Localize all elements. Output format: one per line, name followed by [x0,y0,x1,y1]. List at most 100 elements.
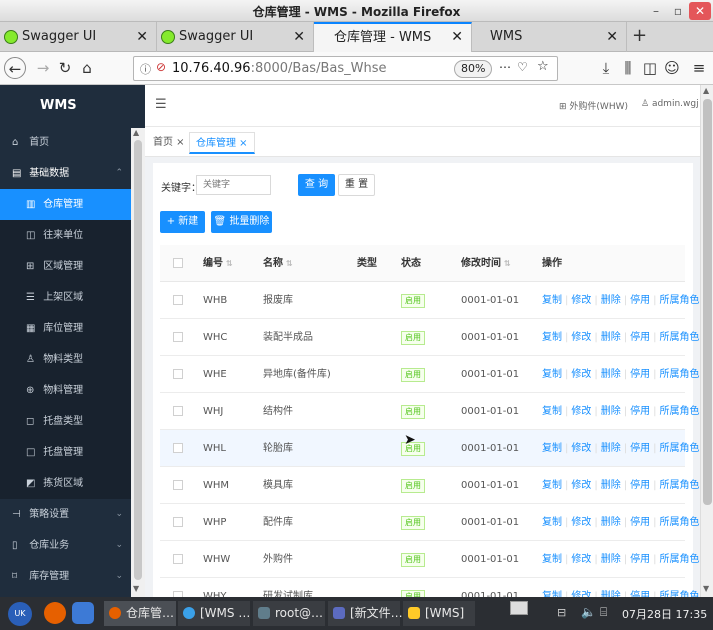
account-icon[interactable]: ☺ [661,57,683,79]
bookmark-star-icon[interactable]: ☆ [537,59,549,74]
op-link[interactable]: 删除 [601,554,621,565]
sidebar-scroll-thumb[interactable] [134,140,142,580]
table-row[interactable]: WHB 报废库 启用 0001-01-01 复制 | 修改 | 删除 | 停用 | 所属角色 [160,282,700,319]
op-link[interactable]: 修改 [571,554,591,565]
browser-tab-wms-active[interactable]: 仓库管理 - WMS ✕ [314,22,472,52]
minimize-icon[interactable]: – [646,2,666,20]
sidebar-scrollbar[interactable]: ▲ ▼ [131,128,145,597]
taskbar-item-wms[interactable]: [WMS … [178,601,250,626]
op-link[interactable]: 删除 [601,406,621,417]
browser-tab-wms[interactable]: WMS ✕ [472,22,627,52]
op-link[interactable]: 停用 [630,443,650,454]
sidebar-item-partners[interactable]: ◫ 往来单位 [0,220,145,251]
library-icon[interactable]: ⫼ [617,57,639,79]
taskbar-item-firefox[interactable]: 仓库管… [104,601,176,626]
close-window-icon[interactable]: ✕ [689,2,711,20]
sidebar-item-picking-area[interactable]: ◩ 拣货区域 [0,468,145,499]
sidebar-item-material[interactable]: ⊕ 物料管理 [0,375,145,406]
sidebar-item-location[interactable]: ▦ 库位管理 [0,313,145,344]
close-tab-icon[interactable]: ✕ [293,22,305,52]
op-link[interactable]: 修改 [571,517,591,528]
table-row[interactable]: WHY 研发试制库 启用 0001-01-01 复制 | 修改 | 删除 | 停用 | 所属角色 [160,578,700,597]
op-link[interactable]: 停用 [630,295,650,306]
header-code[interactable]: 编号 ⇅ [203,245,233,282]
sort-icon[interactable]: ⇅ [286,259,293,268]
scroll-down-icon[interactable]: ▼ [703,584,709,593]
sidebar-item-base-data[interactable]: ▤ 基础数据 ⌃ [0,158,145,189]
tag-home[interactable]: 首页 × [147,132,191,154]
sidebar-item-pallet-type[interactable]: ◻ 托盘类型 [0,406,145,437]
op-link[interactable]: 所属角色 [660,517,700,528]
op-link[interactable]: 修改 [571,332,591,343]
header-modified[interactable]: 修改时间 ⇅ [461,245,511,282]
op-link[interactable]: 停用 [630,480,650,491]
sidebar-item-home[interactable]: ⌂ 首页 [0,127,145,158]
op-link[interactable]: 删除 [601,480,621,491]
close-tab-icon[interactable]: ✕ [451,24,463,51]
sidebar-item-pallet[interactable]: □ 托盘管理 [0,437,145,468]
row-checkbox[interactable] [173,332,183,342]
op-link[interactable]: 复制 [542,554,562,565]
table-row[interactable]: WHJ 结构件 启用 0001-01-01 复制 | 修改 | 删除 | 停用 | 所属角色 [160,393,700,430]
row-checkbox[interactable] [173,554,183,564]
reset-button[interactable]: 重 置 [338,174,375,196]
sidebar-item-strategy[interactable]: ⊣ 策略设置 ⌄ [0,499,145,530]
hamburger-menu-icon[interactable]: ≡ [688,57,710,79]
browser-tab-swagger-1[interactable]: Swagger UI ✕ [0,22,157,52]
row-checkbox[interactable] [173,517,183,527]
network-icon[interactable]: ⌸ [600,605,607,620]
op-link[interactable]: 修改 [571,480,591,491]
op-link[interactable]: 修改 [571,369,591,380]
info-icon[interactable]: ⓘ [140,61,151,77]
table-row[interactable]: WHP 配件库 启用 0001-01-01 复制 | 修改 | 删除 | 停用 | 所属角色 [160,504,700,541]
new-tab-icon[interactable]: + [632,25,647,46]
maximize-icon[interactable]: ▫ [668,2,688,20]
firefox-launcher-icon[interactable] [44,602,66,624]
batch-delete-button[interactable]: 🗑 批量删除 [211,211,272,233]
op-link[interactable]: 所属角色 [660,369,700,380]
row-checkbox[interactable] [173,443,183,453]
row-checkbox[interactable] [173,480,183,490]
url-bar[interactable]: ⓘ ⊘ 10.76.40.96:8000/Bas/Bas_Whse 80% ⋯ … [133,56,558,81]
sidebar-item-area[interactable]: ⊞ 区域管理 [0,251,145,282]
header-name[interactable]: 名称 ⇅ [263,245,293,282]
op-link[interactable]: 删除 [601,369,621,380]
op-link[interactable]: 所属角色 [660,554,700,565]
scroll-up-icon[interactable]: ▲ [703,86,709,95]
row-checkbox[interactable] [173,406,183,416]
forward-icon[interactable]: → [32,57,54,79]
close-tab-icon[interactable]: ✕ [136,22,148,52]
op-link[interactable]: 修改 [571,443,591,454]
op-link[interactable]: 复制 [542,369,562,380]
clock[interactable]: 07月28日 17:35 [622,606,707,622]
op-link[interactable]: 复制 [542,295,562,306]
page-actions-icon[interactable]: ⋯ [499,60,511,74]
table-row[interactable]: WHW 外购件 启用 0001-01-01 复制 | 修改 | 删除 | 停用 | 所属角色 [160,541,700,578]
downloads-icon[interactable]: ⤓ [595,57,617,79]
op-link[interactable]: 复制 [542,517,562,528]
op-link[interactable]: 停用 [630,369,650,380]
warehouse-selector[interactable]: ⊞ 外购件(WHW) [559,99,628,112]
start-menu-icon[interactable]: UK [8,602,32,626]
table-row[interactable]: WHL 轮胎库 启用 0001-01-01 复制 | 修改 | 删除 | 停用 | 所属角色 [160,430,700,467]
op-link[interactable]: 停用 [630,554,650,565]
op-link[interactable]: 删除 [601,295,621,306]
op-link[interactable]: 复制 [542,443,562,454]
show-desktop-icon[interactable] [510,601,528,615]
user-menu[interactable]: ♙ admin.wgj [641,99,699,109]
taskbar-item-terminal[interactable]: root@… [253,601,325,626]
sort-icon[interactable]: ⇅ [226,259,233,268]
tray-lock-icon[interactable]: ⊟ [557,606,566,619]
op-link[interactable]: 修改 [571,295,591,306]
op-link[interactable]: 所属角色 [660,480,700,491]
sidebar-item-inventory[interactable]: ⌑ 库存管理 ⌄ [0,561,145,592]
op-link[interactable]: 所属角色 [660,295,700,306]
query-button[interactable]: 查 询 [298,174,335,196]
home-icon[interactable]: ⌂ [76,57,98,79]
op-link[interactable]: 所属角色 [660,443,700,454]
table-row[interactable]: WHE 异地库(备件库) 启用 0001-01-01 复制 | 修改 | 删除 | 停用 | 所属角色 [160,356,700,393]
op-link[interactable]: 停用 [630,517,650,528]
keyword-input[interactable] [196,175,271,195]
sidebar-item-shelving-area[interactable]: ☰ 上架区域 [0,282,145,313]
close-tab-icon[interactable]: ✕ [606,22,618,52]
